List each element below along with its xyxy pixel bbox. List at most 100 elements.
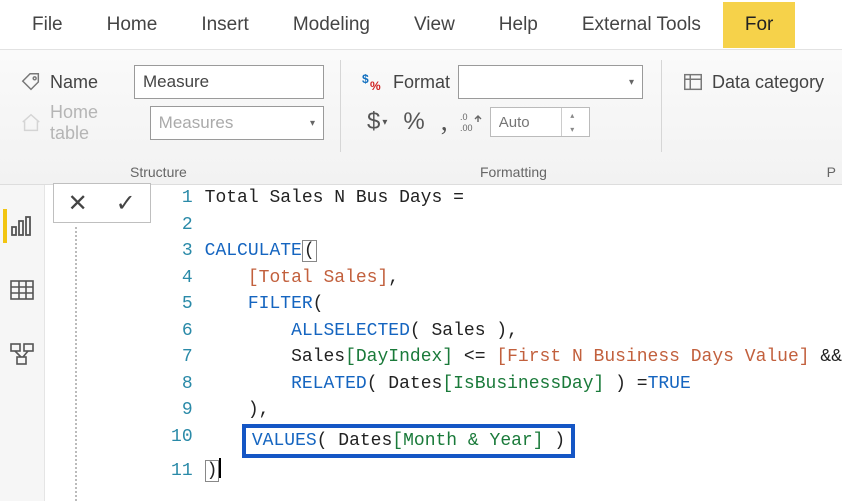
line-number: 10: [159, 424, 205, 459]
line-number: 2: [159, 212, 205, 239]
menu-tab-file[interactable]: File: [10, 2, 85, 48]
menu-tab-help[interactable]: Help: [477, 2, 560, 48]
code-token: Total Sales N Bus Days =: [205, 188, 464, 208]
gutter-guide: [75, 227, 77, 501]
code-line[interactable]: 10 VALUES( Dates[Month & Year] ): [159, 424, 842, 459]
line-number: 9: [159, 397, 205, 424]
model-view-button[interactable]: [3, 337, 41, 371]
code-content[interactable]: [205, 212, 842, 239]
thousands-separator-button[interactable]: ,: [435, 104, 454, 140]
line-number: 8: [159, 371, 205, 398]
line-number: 11: [159, 458, 205, 485]
code-line[interactable]: 11): [159, 458, 842, 485]
home-table-label: Home table: [50, 102, 134, 144]
code-line[interactable]: 2: [159, 212, 842, 239]
code-token: [DayIndex]: [345, 347, 453, 367]
decimal-places-icon[interactable]: .0 .00: [458, 110, 486, 134]
data-view-button[interactable]: [3, 273, 41, 307]
data-category-label: Data category: [712, 72, 824, 93]
percent-format-button[interactable]: %: [397, 106, 430, 138]
code-line[interactable]: 4 [Total Sales],: [159, 265, 842, 292]
code-token: ): [205, 460, 220, 482]
line-number: 4: [159, 265, 205, 292]
menu-tab-modeling[interactable]: Modeling: [271, 2, 392, 48]
code-content[interactable]: Sales[DayIndex] <= [First N Business Day…: [205, 344, 842, 371]
cancel-formula-button[interactable]: ✕: [68, 189, 88, 218]
code-content[interactable]: VALUES( Dates[Month & Year] ): [205, 424, 842, 459]
svg-text:.00: .00: [460, 123, 473, 133]
code-content[interactable]: ),: [205, 397, 842, 424]
tag-icon: [20, 71, 42, 93]
code-token: &&: [810, 347, 842, 367]
line-number: 7: [159, 344, 205, 371]
line-number: 6: [159, 318, 205, 345]
svg-text:%: %: [370, 79, 381, 93]
highlighted-expression: VALUES( Dates[Month & Year] ): [242, 424, 575, 459]
code-line[interactable]: 1Total Sales N Bus Days =: [159, 185, 842, 212]
work-area: ✕ ✓ 1Total Sales N Bus Days =23CALCULATE…: [0, 185, 842, 501]
code-token: ( Dates: [367, 374, 443, 394]
commit-formula-button[interactable]: ✓: [116, 189, 136, 218]
code-token: CALCULATE: [205, 241, 302, 261]
code-content[interactable]: CALCULATE(: [205, 238, 842, 265]
format-icon: $ %: [361, 70, 385, 94]
code-line[interactable]: 6 ALLSELECTED( Sales ),: [159, 318, 842, 345]
line-number: 3: [159, 238, 205, 265]
code-line[interactable]: 9 ),: [159, 397, 842, 424]
code-token: <=: [453, 347, 496, 367]
code-token: RELATED: [291, 374, 367, 394]
text-cursor: [219, 458, 221, 478]
dax-code-area[interactable]: 1Total Sales N Bus Days =23CALCULATE(4 […: [159, 185, 842, 501]
code-content[interactable]: RELATED( Dates[IsBusinessDay] ) =TRUE: [205, 371, 842, 398]
spin-down-button[interactable]: ▾: [562, 122, 583, 136]
code-token: [205, 321, 291, 341]
group-label-formatting: Formatting: [480, 164, 547, 180]
code-content[interactable]: [Total Sales],: [205, 265, 842, 292]
menu-tab-for[interactable]: For: [723, 2, 796, 48]
code-token: ( Sales ),: [410, 321, 518, 341]
code-line[interactable]: 3CALCULATE(: [159, 238, 842, 265]
decimal-places-input[interactable]: [491, 113, 561, 132]
code-token: TRUE: [648, 374, 691, 394]
menu-tab-external-tools[interactable]: External Tools: [560, 2, 723, 48]
ribbon: Name Home table Measures ▾ Structure: [0, 50, 842, 185]
menu-tab-home[interactable]: Home: [85, 2, 180, 48]
ribbon-group-properties: Data category P: [662, 50, 840, 184]
data-category-icon: [682, 71, 704, 93]
code-line[interactable]: 8 RELATED( Dates[IsBusinessDay] ) =TRUE: [159, 371, 842, 398]
group-label-structure: Structure: [130, 164, 187, 180]
code-token: VALUES: [252, 431, 317, 451]
menu-tab-view[interactable]: View: [392, 2, 477, 48]
ribbon-group-structure: Name Home table Measures ▾ Structure: [0, 50, 340, 184]
code-token: [205, 268, 248, 288]
code-line[interactable]: 7 Sales[DayIndex] <= [First N Business D…: [159, 344, 842, 371]
name-input[interactable]: [134, 65, 324, 99]
code-token: ): [544, 431, 566, 451]
code-line[interactable]: 5 FILTER(: [159, 291, 842, 318]
code-token: ,: [388, 268, 399, 288]
code-token: (: [313, 294, 324, 314]
code-token: [IsBusinessDay]: [442, 374, 604, 394]
code-token: ALLSELECTED: [291, 321, 410, 341]
code-token: ),: [205, 400, 270, 420]
code-content[interactable]: Total Sales N Bus Days =: [205, 185, 842, 212]
chevron-down-icon: ▾: [629, 77, 634, 88]
report-view-button[interactable]: [3, 209, 41, 243]
home-table-value: Measures: [159, 113, 234, 133]
code-token: [205, 374, 291, 394]
spin-up-button[interactable]: ▴: [562, 108, 583, 122]
home-table-dropdown[interactable]: Measures ▾: [150, 106, 324, 140]
code-content[interactable]: ALLSELECTED( Sales ),: [205, 318, 842, 345]
code-content[interactable]: ): [205, 458, 842, 485]
format-label: Format: [393, 72, 450, 93]
code-token: [Total Sales]: [248, 268, 388, 288]
group-label-properties: P: [827, 164, 836, 180]
decimal-places-spinner[interactable]: ▴ ▾: [490, 107, 590, 137]
menu-tab-insert[interactable]: Insert: [179, 2, 271, 48]
currency-format-button[interactable]: $▾: [361, 106, 393, 138]
home-icon: [20, 112, 42, 134]
format-dropdown[interactable]: ▾: [458, 65, 643, 99]
code-token: ) =: [604, 374, 647, 394]
code-content[interactable]: FILTER(: [205, 291, 842, 318]
view-rail: [0, 185, 45, 501]
